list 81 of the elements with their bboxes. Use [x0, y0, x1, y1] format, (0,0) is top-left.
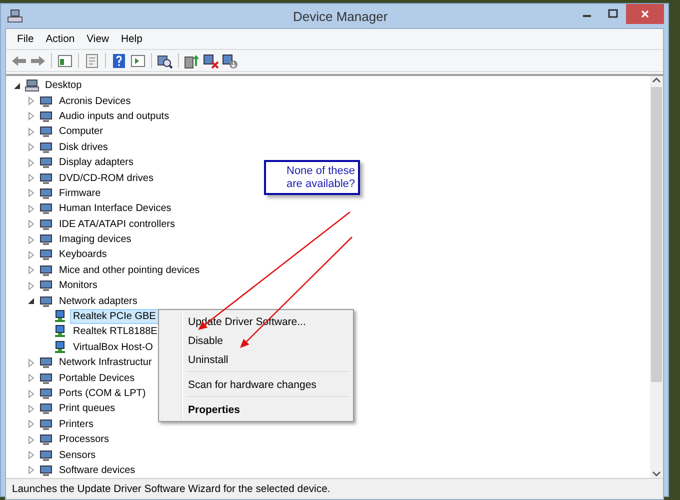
- device-icon: [39, 218, 53, 231]
- close-icon: [640, 9, 650, 19]
- window-title: Device Manager: [293, 8, 388, 24]
- tree-item[interactable]: Printers: [56, 416, 96, 432]
- close-button[interactable]: [626, 4, 664, 24]
- tree-item[interactable]: Imaging devices: [56, 232, 134, 248]
- tree-item[interactable]: Computer: [56, 124, 106, 140]
- device-icon: [39, 202, 53, 216]
- device-icon: [39, 418, 53, 431]
- device-icon: [39, 464, 53, 477]
- device-icon: [39, 172, 53, 185]
- disable-device-icon[interactable]: [203, 52, 219, 68]
- device-icon: [39, 94, 53, 108]
- uninstall-icon[interactable]: [222, 52, 238, 68]
- scroll-down-icon[interactable]: [652, 470, 661, 478]
- tree-item[interactable]: Software devices: [56, 462, 138, 478]
- action-pane-icon[interactable]: [130, 52, 146, 68]
- menu-item[interactable]: View: [82, 32, 114, 46]
- tree-item[interactable]: Network Infrastructur: [56, 355, 155, 370]
- properties-icon[interactable]: [84, 52, 100, 68]
- tree-item[interactable]: Acronis Devices: [56, 94, 134, 109]
- tree-item[interactable]: Desktop: [42, 78, 85, 94]
- device-icon: [39, 156, 53, 170]
- tree-item[interactable]: Disk drives: [56, 140, 111, 155]
- scroll-up-icon[interactable]: [652, 76, 661, 84]
- menu-item[interactable]: Scan for hardware changes: [161, 375, 351, 394]
- device-icon: [39, 294, 53, 308]
- network-adapter-icon: [53, 340, 67, 354]
- device-icon: [39, 448, 53, 462]
- tree-item[interactable]: Processors: [56, 432, 112, 448]
- device-icon: [39, 402, 53, 416]
- device-icon: [39, 433, 53, 446]
- device-icon: [39, 264, 53, 277]
- device-icon: [39, 372, 53, 385]
- tree-item[interactable]: VirtualBox Host-O: [70, 340, 156, 355]
- menu-item[interactable]: Action: [40, 32, 80, 46]
- update-driver-icon[interactable]: [184, 52, 200, 68]
- tree-item[interactable]: Ports (COM & LPT): [56, 386, 149, 401]
- tree-item[interactable]: Portable Devices: [56, 370, 138, 386]
- network-adapter-icon: [53, 325, 67, 338]
- tree-item[interactable]: Firmware: [56, 186, 104, 201]
- tree-item[interactable]: Human Interface Devices: [56, 201, 174, 216]
- device-icon: [39, 233, 53, 246]
- menu-item[interactable]: Help: [116, 32, 148, 46]
- device-icon: [39, 248, 53, 262]
- tree-item[interactable]: Keyboards: [56, 247, 110, 262]
- callout-text: None of these: [286, 164, 355, 178]
- maximize-icon: [608, 9, 618, 19]
- tree-item[interactable]: Display adapters: [56, 155, 136, 170]
- tree-item[interactable]: DVD/CD-ROM drives: [56, 170, 156, 186]
- device-icon: [39, 279, 53, 292]
- menu-item[interactable]: Properties: [161, 400, 351, 419]
- callout-text: are available?: [286, 178, 355, 190]
- scrollbar[interactable]: [650, 76, 663, 478]
- computer-icon: [25, 79, 39, 92]
- network-adapter-icon: [53, 310, 67, 324]
- tree-item[interactable]: IDE ATA/ATAPI controllers: [56, 216, 178, 232]
- device-icon: [39, 356, 53, 370]
- expand-arrow-icon[interactable]: [12, 80, 22, 91]
- expand-arrow-icon[interactable]: [26, 296, 36, 306]
- status-text: Launches the Update Driver Software Wizard for the selected device.: [12, 484, 330, 495]
- console-tree-icon[interactable]: [57, 52, 73, 68]
- tree-item[interactable]: Realtek PCIe GBE: [70, 309, 159, 324]
- device-icon: [39, 186, 53, 200]
- device-icon: [39, 140, 53, 154]
- scan-icon[interactable]: [157, 52, 173, 68]
- tree-item[interactable]: Monitors: [56, 278, 100, 294]
- app-icon: [7, 9, 23, 23]
- tree-item[interactable]: Mice and other pointing devices: [56, 262, 203, 278]
- tree-item[interactable]: Audio inputs and outputs: [56, 108, 172, 124]
- device-icon: [39, 110, 53, 123]
- tree-item[interactable]: Sensors: [56, 448, 99, 463]
- tree-item[interactable]: Print queues: [56, 401, 118, 416]
- device-icon: [39, 125, 53, 138]
- help-icon[interactable]: [111, 52, 127, 68]
- device-icon: [39, 387, 53, 400]
- tree-item[interactable]: Network adapters: [56, 294, 140, 309]
- menu-item[interactable]: Disable: [161, 331, 351, 350]
- tree-item[interactable]: Realtek RTL8188E: [70, 324, 160, 340]
- menu-item[interactable]: File: [12, 32, 39, 46]
- menu-item[interactable]: Uninstall: [161, 350, 351, 369]
